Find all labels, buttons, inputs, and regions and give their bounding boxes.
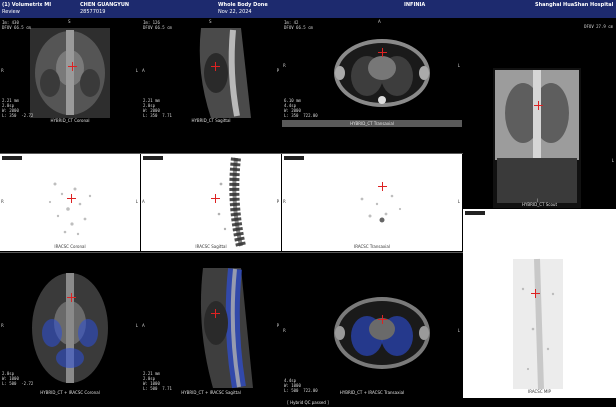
crosshair-marker[interactable] [67, 194, 76, 203]
crosshair-marker[interactable] [534, 101, 543, 110]
orient-right: L [135, 199, 138, 204]
orient-left: A [142, 199, 145, 204]
orient-right: L [457, 328, 460, 333]
crosshair-marker[interactable] [378, 48, 387, 57]
study-date: Nov 22, 2024 [218, 9, 252, 15]
orient-right: L [135, 323, 138, 328]
fusion-coronal-info: 2.0sp W: 1000 L: 500 -2.72 [2, 371, 34, 386]
orient-left: A [142, 68, 145, 73]
app-subtitle: Review [2, 9, 20, 15]
status-bar: [ Hybrid QC passed ] [0, 398, 616, 407]
viewport-nm-transaxial[interactable]: R L IRACSC Transaxial [282, 154, 462, 251]
orient-left: R [1, 68, 4, 73]
patient-name: CHEN GUANGYUN [80, 2, 130, 8]
viewport-caption: IRACSC MIP [528, 389, 551, 394]
fusion-sagittal-info: 2.21 mm 2.0sp W: 1000 L: 500 7.71 [143, 371, 172, 391]
viewport-ct-sagittal[interactable]: Im: 126 DFOV 66.5 cm 2.21 mm 2.0sp W: 20… [141, 18, 281, 127]
orient-left: R [1, 323, 4, 328]
viewport-nm-mip[interactable]: IRACSC MIP [463, 209, 616, 398]
viewport-caption: HYBRID_CT Coronal [50, 118, 90, 123]
orient-left: R [283, 63, 286, 68]
crosshair-marker[interactable] [68, 62, 77, 71]
study-header-bar: (1) Volumetrix MI Review CHEN GUANGYUN 2… [0, 0, 616, 18]
viewport-caption: HYBRID_CT Transaxial [350, 121, 394, 126]
ct-transaxial-info-top: Im: 42 DFOV 66.5 cm [284, 20, 313, 30]
ct-sagittal-info-top: Im: 126 DFOV 66.5 cm [143, 20, 172, 30]
viewport-caption: HYBRID_CT Sagittal [191, 118, 231, 123]
viewport-caption: HYBRID_CT + IRACSC Coronal [40, 390, 100, 395]
viewport-caption-bar: HYBRID_CT Transaxial [282, 120, 462, 127]
viewport-caption: HYBRID_CT + IRACSC Transaxial [339, 390, 405, 395]
viewport-caption: IRACSC Coronal [54, 244, 86, 249]
orient-top: S [209, 19, 212, 24]
crosshair-marker[interactable] [211, 194, 220, 203]
orient-left: R [283, 328, 286, 333]
viewport-tag [465, 211, 485, 215]
orient-right: P [276, 68, 279, 73]
viewport-tag [143, 156, 163, 160]
ct-scout-image [493, 68, 581, 208]
viewport-caption: HYBRID_CT Scout [521, 202, 558, 207]
crosshair-marker[interactable] [211, 62, 220, 71]
viewport-tag [2, 156, 22, 160]
scout-info: DFOV 27.9 cm [584, 24, 613, 29]
viewport-fusion-coronal[interactable]: 2.0sp W: 1000 L: 500 -2.72 R L HYBRID_CT… [0, 253, 140, 398]
crosshair-marker[interactable] [378, 182, 387, 191]
nm-mip-image [513, 258, 563, 390]
orient-right: L [457, 63, 460, 68]
patient-id: 28577019 [80, 9, 106, 15]
nm-transaxial-image [360, 194, 402, 223]
ct-sagittal-info-bottom: 2.21 mm 2.0sp W: 2000 L: 350 7.71 [143, 98, 172, 118]
ct-coronal-info-top: Im: 430 DFOV 66.5 cm [2, 20, 31, 30]
crosshair-marker[interactable] [67, 293, 76, 302]
viewport-caption: HYBRID_CT + IRACSC Sagittal [181, 390, 241, 395]
viewport-tag [284, 156, 304, 160]
orient-right: P [276, 323, 279, 328]
crosshair-marker[interactable] [378, 315, 387, 324]
orient-right: L [135, 68, 138, 73]
viewport-ct-coronal[interactable]: Im: 430 DFOV 66.5 cm 2.21 mm 2.0sp W: 20… [0, 18, 140, 127]
orient-left: R [1, 199, 4, 204]
orient-left: R [283, 199, 286, 204]
crosshair-marker[interactable] [531, 289, 540, 298]
viewport-fusion-sagittal[interactable]: 2.21 mm 2.0sp W: 1000 L: 500 7.71 A P HY… [141, 253, 281, 398]
crosshair-marker[interactable] [211, 309, 220, 318]
qc-status: [ Hybrid QC passed ] [287, 400, 329, 405]
device-name: INFINIA [404, 2, 426, 8]
study-name: Whole Body Done [218, 2, 268, 8]
ct-transaxial-info-bottom: 6.10 mm 4.4sp W: 2000 L: 350 722.00 [284, 98, 318, 118]
viewport-caption: IRACSC Transaxial [354, 244, 390, 249]
orient-left: A [142, 323, 145, 328]
viewport-ct-scout[interactable]: DFOV 27.9 cm L I HYBRID_CT Scout [463, 18, 616, 208]
app-title: (1) Volumetrix MI [2, 2, 52, 8]
orient-right: L [457, 199, 460, 204]
viewport-caption: IRACSC Sagittal [195, 244, 227, 249]
orient-top: S [68, 19, 71, 24]
orient-right: P [276, 199, 279, 204]
viewport-nm-coronal[interactable]: R L IRACSC Coronal [0, 154, 140, 251]
orient-top: A [378, 19, 381, 24]
ct-coronal-info-bottom: 2.21 mm 2.0sp W: 2000 L: 350 -2.72 [2, 98, 34, 118]
viewport-fusion-transaxial[interactable]: 4.4sp W: 1000 L: 500 722.00 R L HYBRID_C… [282, 253, 462, 398]
viewport-ct-transaxial[interactable]: Im: 42 DFOV 66.5 cm 6.10 mm 4.4sp W: 200… [282, 18, 462, 120]
fusion-transaxial-image [334, 297, 430, 369]
hospital-name: Shanghai HuaShan Hospital [535, 2, 614, 8]
orient-right: L [611, 158, 614, 163]
viewport-nm-sagittal[interactable]: A P IRACSC Sagittal [141, 154, 281, 251]
